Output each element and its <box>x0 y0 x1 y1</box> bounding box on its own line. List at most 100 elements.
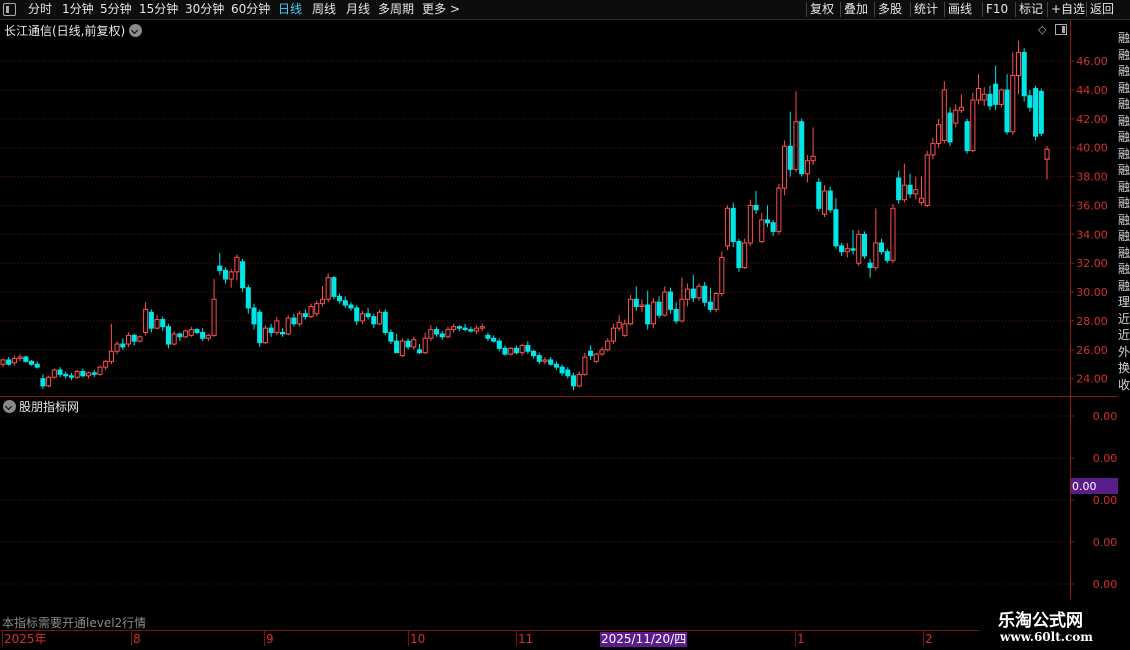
date-tick <box>795 631 796 646</box>
strip-char: 近 <box>1118 328 1130 342</box>
strip-char: 近 <box>1118 311 1130 326</box>
strip-char: 融 <box>1118 130 1130 144</box>
toolbar-divider <box>1015 2 1016 17</box>
candle-body <box>850 248 856 251</box>
candle-body <box>730 207 736 243</box>
tool-button-4[interactable]: 画线 <box>948 0 972 19</box>
candle-body <box>713 293 719 310</box>
candle-body <box>63 373 69 377</box>
candle-body <box>439 333 445 338</box>
candle-body <box>827 190 833 211</box>
period-tab-10[interactable]: 更多 <box>422 0 446 19</box>
candle-body <box>319 298 326 305</box>
tool-button-6[interactable]: 标记 <box>1019 0 1043 19</box>
candle-body <box>217 265 223 271</box>
candle-body <box>776 187 782 232</box>
candle-body <box>257 311 263 344</box>
period-tab-1[interactable]: 1分钟 <box>62 0 94 19</box>
period-tab-6[interactable]: 日线 <box>278 0 302 19</box>
price-label: 42.00 <box>1076 113 1108 126</box>
tool-button-1[interactable]: 叠加 <box>844 0 868 19</box>
candle-body <box>160 318 166 328</box>
price-label: 24.00 <box>1076 373 1108 386</box>
indicator-value-label: 0.00 <box>1093 536 1118 549</box>
candle-body <box>428 329 434 339</box>
period-tab-9[interactable]: 多周期 <box>378 0 414 19</box>
candle-body <box>496 340 502 349</box>
candle-body <box>936 124 942 144</box>
chevron-down-icon[interactable] <box>3 400 16 413</box>
tool-button-0[interactable]: 复权 <box>810 0 834 19</box>
candle-body <box>804 160 810 175</box>
indicator-panel-title[interactable]: 股朋指标网 <box>3 398 79 415</box>
tool-button-7[interactable]: +自选 <box>1051 0 1085 19</box>
cursor-date-label: 2025/11/20/四 <box>600 632 688 647</box>
tool-button-3[interactable]: 统计 <box>914 0 938 19</box>
candle-body <box>143 308 149 333</box>
candle-body <box>724 207 731 247</box>
candle-body <box>913 189 919 195</box>
period-tab-3[interactable]: 15分钟 <box>139 0 178 19</box>
candle-body <box>1044 148 1050 160</box>
candle-body <box>297 313 303 325</box>
candle-body <box>993 83 999 105</box>
toolbar-divider <box>982 2 983 17</box>
candle-body <box>456 326 462 329</box>
candle-body <box>445 329 451 338</box>
period-tab-4[interactable]: 30分钟 <box>185 0 224 19</box>
price-label: 44.00 <box>1076 84 1108 97</box>
candle-body <box>405 340 411 348</box>
candle-body <box>570 375 577 387</box>
period-tab-8[interactable]: 月线 <box>346 0 370 19</box>
watermark-name: 乐淘公式网 <box>998 611 1083 631</box>
strip-char: 融 <box>1118 163 1130 177</box>
tool-button-5[interactable]: F10 <box>986 0 1008 19</box>
candle-body <box>491 337 497 342</box>
date-tick <box>264 631 265 646</box>
price-label: 32.00 <box>1076 257 1108 270</box>
candle-body <box>86 372 92 377</box>
candle-body <box>371 316 377 325</box>
period-tab-5[interactable]: 60分钟 <box>231 0 270 19</box>
candle-body <box>918 197 925 204</box>
candle-body <box>593 353 599 362</box>
candle-body <box>108 350 114 362</box>
candle-body <box>1027 95 1033 108</box>
strip-char: 融 <box>1118 146 1130 161</box>
candle-body <box>896 177 902 201</box>
candle-body <box>924 154 930 206</box>
candle-body <box>57 369 63 375</box>
date-axis: 2025年 8 9 10 11 1 2 2025/11/20/四 <box>0 630 1130 650</box>
period-tab-7[interactable]: 周线 <box>312 0 336 19</box>
candle-body <box>342 300 348 306</box>
candle-body <box>502 347 508 355</box>
right-info-strip: 融融融融融融融融融融融融融融融融理近近外换收 <box>1118 20 1130 630</box>
candle-body <box>861 233 867 257</box>
candle-body <box>6 359 12 365</box>
candle-body <box>434 329 440 335</box>
date-tick <box>2 631 3 646</box>
toolbar-divider <box>840 2 841 17</box>
strip-char: 融 <box>1118 64 1130 78</box>
strip-char: 融 <box>1118 80 1130 95</box>
candle-body <box>291 317 297 325</box>
candle-body <box>998 89 1004 105</box>
tool-button-2[interactable]: 多股 <box>878 0 902 19</box>
candle-body <box>137 336 143 342</box>
window-icon[interactable] <box>3 3 16 16</box>
tool-button-8[interactable]: 返回 <box>1090 0 1114 19</box>
period-tab-0[interactable]: 分时 <box>28 0 52 19</box>
price-chart[interactable]: 46.00 44.00 42.00 40.00 38.00 36.00 34.00 32.00… <box>0 20 1118 630</box>
candle-body <box>770 222 776 232</box>
candle-body <box>964 121 970 152</box>
candle-body <box>879 242 885 253</box>
candle-body <box>753 204 759 211</box>
more-arrow-icon[interactable]: > <box>450 0 460 19</box>
candle-body <box>422 337 428 354</box>
candle-body <box>559 366 565 374</box>
candle-body <box>645 304 651 325</box>
candle-body <box>234 256 240 273</box>
period-tab-2[interactable]: 5分钟 <box>100 0 132 19</box>
candle-body <box>348 304 354 309</box>
candle-body <box>34 363 40 368</box>
